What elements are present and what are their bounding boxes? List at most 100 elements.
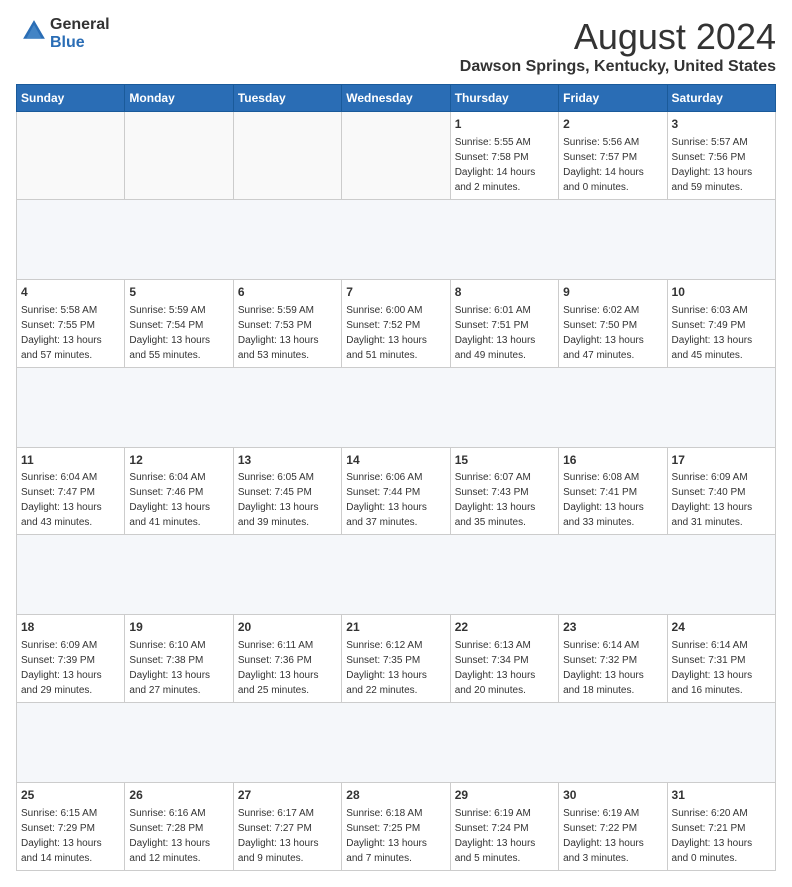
day-info: Sunrise: 6:04 AM Sunset: 7:46 PM Dayligh… <box>129 470 228 530</box>
day-info: Sunrise: 5:59 AM Sunset: 7:54 PM Dayligh… <box>129 303 228 363</box>
day-info: Sunrise: 6:00 AM Sunset: 7:52 PM Dayligh… <box>346 303 445 363</box>
day-info: Sunrise: 6:09 AM Sunset: 7:40 PM Dayligh… <box>672 470 771 530</box>
day-number: 29 <box>455 787 554 804</box>
calendar-day-cell: 17Sunrise: 6:09 AM Sunset: 7:40 PM Dayli… <box>667 447 775 535</box>
day-number: 31 <box>672 787 771 804</box>
day-info: Sunrise: 6:14 AM Sunset: 7:31 PM Dayligh… <box>672 638 771 698</box>
day-header-sunday: Sunday <box>17 85 125 112</box>
calendar-day-cell: 11Sunrise: 6:04 AM Sunset: 7:47 PM Dayli… <box>17 447 125 535</box>
day-info: Sunrise: 5:56 AM Sunset: 7:57 PM Dayligh… <box>563 135 662 195</box>
day-number: 7 <box>346 284 445 301</box>
day-number: 19 <box>129 619 228 636</box>
day-info: Sunrise: 6:13 AM Sunset: 7:34 PM Dayligh… <box>455 638 554 698</box>
calendar-header-row: SundayMondayTuesdayWednesdayThursdayFrid… <box>17 85 776 112</box>
day-number: 27 <box>238 787 337 804</box>
day-number: 11 <box>21 452 120 469</box>
day-info: Sunrise: 6:20 AM Sunset: 7:21 PM Dayligh… <box>672 806 771 866</box>
calendar-day-cell: 15Sunrise: 6:07 AM Sunset: 7:43 PM Dayli… <box>450 447 558 535</box>
day-number: 4 <box>21 284 120 301</box>
logo: General Blue <box>16 16 110 51</box>
day-number: 3 <box>672 116 771 133</box>
day-info: Sunrise: 6:09 AM Sunset: 7:39 PM Dayligh… <box>21 638 120 698</box>
day-info: Sunrise: 6:07 AM Sunset: 7:43 PM Dayligh… <box>455 470 554 530</box>
day-info: Sunrise: 6:19 AM Sunset: 7:22 PM Dayligh… <box>563 806 662 866</box>
calendar-day-cell: 26Sunrise: 6:16 AM Sunset: 7:28 PM Dayli… <box>125 783 233 871</box>
calendar-day-cell: 24 Sunrise: 6:14 AM Sunset: 7:31 PM Dayli… <box>667 615 775 703</box>
day-number: 6 <box>238 284 337 301</box>
calendar-day-cell: 28Sunrise: 6:18 AM Sunset: 7:25 PM Dayli… <box>342 783 450 871</box>
calendar-day-cell: 12Sunrise: 6:04 AM Sunset: 7:46 PM Dayli… <box>125 447 233 535</box>
calendar-day-cell: 20 Sunrise: 6:11 AM Sunset: 7:36 PM Dayli… <box>233 615 341 703</box>
day-header-thursday: Thursday <box>450 85 558 112</box>
day-info: Sunrise: 6:02 AM Sunset: 7:50 PM Dayligh… <box>563 303 662 363</box>
day-info: Sunrise: 6:19 AM Sunset: 7:24 PM Dayligh… <box>455 806 554 866</box>
title-area: August 2024 Dawson Springs, Kentucky, Un… <box>460 16 776 76</box>
week-divider <box>17 199 776 279</box>
day-info: Sunrise: 6:01 AM Sunset: 7:51 PM Dayligh… <box>455 303 554 363</box>
calendar-day-cell: 21 Sunrise: 6:12 AM Sunset: 7:35 PM Dayli… <box>342 615 450 703</box>
day-number: 2 <box>563 116 662 133</box>
day-number: 22 <box>455 619 554 636</box>
calendar-day-cell: 13Sunrise: 6:05 AM Sunset: 7:45 PM Dayli… <box>233 447 341 535</box>
calendar-day-cell: 31 Sunrise: 6:20 AM Sunset: 7:21 PM Dayli… <box>667 783 775 871</box>
day-number: 24 <box>672 619 771 636</box>
day-info: Sunrise: 5:58 AM Sunset: 7:55 PM Dayligh… <box>21 303 120 363</box>
calendar-day-cell: 18 Sunrise: 6:09 AM Sunset: 7:39 PM Dayli… <box>17 615 125 703</box>
calendar-day-cell: 5 Sunrise: 5:59 AM Sunset: 7:54 PM Daylig… <box>125 279 233 367</box>
calendar-day-cell: 19 Sunrise: 6:10 AM Sunset: 7:38 PM Dayli… <box>125 615 233 703</box>
day-info: Sunrise: 6:12 AM Sunset: 7:35 PM Dayligh… <box>346 638 445 698</box>
day-info: Sunrise: 6:10 AM Sunset: 7:38 PM Dayligh… <box>129 638 228 698</box>
calendar-week-row: 25Sunrise: 6:15 AM Sunset: 7:29 PM Dayli… <box>17 783 776 871</box>
day-info: Sunrise: 6:08 AM Sunset: 7:41 PM Dayligh… <box>563 470 662 530</box>
day-header-monday: Monday <box>125 85 233 112</box>
day-info: Sunrise: 5:57 AM Sunset: 7:56 PM Dayligh… <box>672 135 771 195</box>
calendar-day-cell <box>125 112 233 200</box>
calendar-day-cell: 3 Sunrise: 5:57 AM Sunset: 7:56 PM Daylig… <box>667 112 775 200</box>
day-number: 21 <box>346 619 445 636</box>
calendar-day-cell: 8Sunrise: 6:01 AM Sunset: 7:51 PM Daylig… <box>450 279 558 367</box>
calendar-day-cell <box>342 112 450 200</box>
logo-line1: General <box>50 16 110 34</box>
calendar-day-cell: 9 Sunrise: 6:02 AM Sunset: 7:50 PM Daylig… <box>559 279 667 367</box>
calendar-day-cell: 16Sunrise: 6:08 AM Sunset: 7:41 PM Dayli… <box>559 447 667 535</box>
day-number: 5 <box>129 284 228 301</box>
calendar-day-cell: 2 Sunrise: 5:56 AM Sunset: 7:57 PM Daylig… <box>559 112 667 200</box>
day-info: Sunrise: 6:11 AM Sunset: 7:36 PM Dayligh… <box>238 638 337 698</box>
day-info: Sunrise: 6:17 AM Sunset: 7:27 PM Dayligh… <box>238 806 337 866</box>
day-number: 30 <box>563 787 662 804</box>
day-number: 20 <box>238 619 337 636</box>
day-header-wednesday: Wednesday <box>342 85 450 112</box>
day-number: 16 <box>563 452 662 469</box>
day-number: 1 <box>455 116 554 133</box>
calendar-day-cell: 27 Sunrise: 6:17 AM Sunset: 7:27 PM Dayli… <box>233 783 341 871</box>
day-number: 15 <box>455 452 554 469</box>
day-number: 17 <box>672 452 771 469</box>
day-info: Sunrise: 6:16 AM Sunset: 7:28 PM Dayligh… <box>129 806 228 866</box>
day-number: 10 <box>672 284 771 301</box>
day-number: 12 <box>129 452 228 469</box>
day-info: Sunrise: 6:04 AM Sunset: 7:47 PM Dayligh… <box>21 470 120 530</box>
day-header-tuesday: Tuesday <box>233 85 341 112</box>
day-number: 28 <box>346 787 445 804</box>
day-number: 9 <box>563 284 662 301</box>
calendar-week-row: 18 Sunrise: 6:09 AM Sunset: 7:39 PM Dayli… <box>17 615 776 703</box>
week-divider <box>17 367 776 447</box>
day-info: Sunrise: 6:05 AM Sunset: 7:45 PM Dayligh… <box>238 470 337 530</box>
day-info: Sunrise: 5:59 AM Sunset: 7:53 PM Dayligh… <box>238 303 337 363</box>
calendar-day-cell: 30 Sunrise: 6:19 AM Sunset: 7:22 PM Dayli… <box>559 783 667 871</box>
calendar-day-cell <box>233 112 341 200</box>
day-number: 18 <box>21 619 120 636</box>
week-divider <box>17 703 776 783</box>
day-info: Sunrise: 6:15 AM Sunset: 7:29 PM Dayligh… <box>21 806 120 866</box>
calendar-day-cell <box>17 112 125 200</box>
logo-icon <box>20 17 48 45</box>
calendar-day-cell: 22 Sunrise: 6:13 AM Sunset: 7:34 PM Dayli… <box>450 615 558 703</box>
calendar-day-cell: 29 Sunrise: 6:19 AM Sunset: 7:24 PM Dayli… <box>450 783 558 871</box>
day-number: 23 <box>563 619 662 636</box>
calendar-day-cell: 7 Sunrise: 6:00 AM Sunset: 7:52 PM Daylig… <box>342 279 450 367</box>
logo-line2: Blue <box>50 34 110 52</box>
day-info: Sunrise: 6:03 AM Sunset: 7:49 PM Dayligh… <box>672 303 771 363</box>
day-info: Sunrise: 6:14 AM Sunset: 7:32 PM Dayligh… <box>563 638 662 698</box>
day-number: 13 <box>238 452 337 469</box>
day-number: 14 <box>346 452 445 469</box>
